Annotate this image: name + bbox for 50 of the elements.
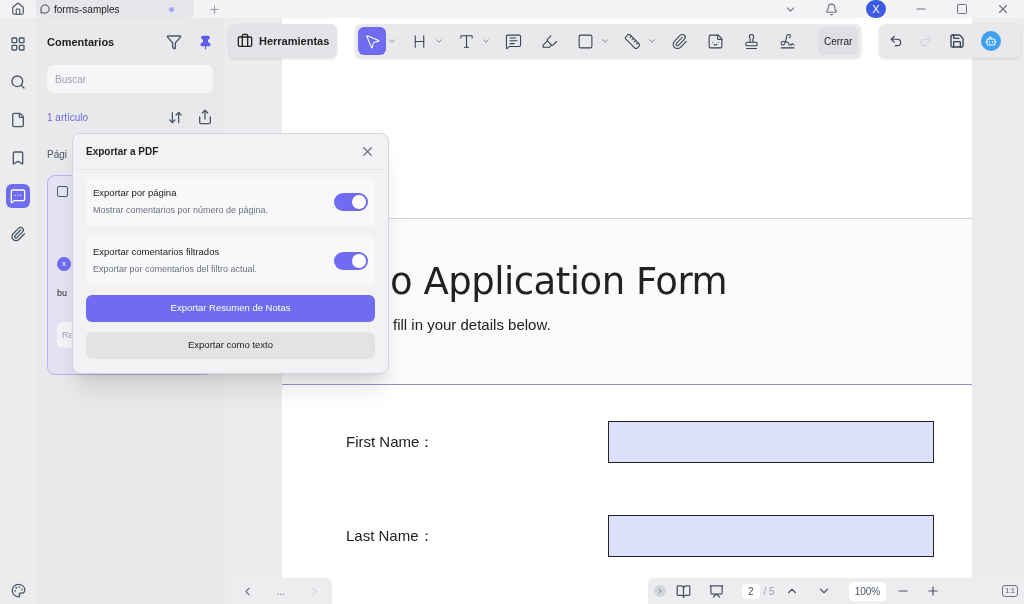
form-field[interactable] [608,515,934,557]
pointer-icon[interactable] [358,27,387,55]
field-label: Last Name： [346,525,435,546]
author-avatar: x [57,257,71,271]
page-group-label: Pági [47,148,67,162]
close-tools-button[interactable]: Cerrar [818,27,859,55]
checkbox[interactable] [57,186,68,197]
form-title: o Application Form [390,263,729,300]
presentation-icon[interactable] [709,583,724,599]
home-icon[interactable] [11,2,25,16]
document-tab[interactable]: forms-samples [36,0,194,18]
save-icon[interactable] [949,33,966,49]
option-description: Mostrar comentarios por número de página. [93,203,269,217]
collapse-icon[interactable] [654,585,666,597]
dialog-title: Exportar a PDF [86,145,159,159]
option-title: Exportar por página [93,185,178,200]
close-icon[interactable] [996,2,1010,16]
maximize-icon[interactable] [956,3,968,15]
form-field[interactable] [608,421,934,463]
export-text-button[interactable]: Exportar como texto [86,332,375,359]
bell-icon[interactable] [825,2,838,16]
user-avatar[interactable]: X [866,0,886,18]
page-number-field[interactable]: 2 [742,583,760,599]
option-description: Exportar por comentarios del filtro actual. [93,262,258,276]
pin-icon[interactable] [198,34,213,50]
sort-icon[interactable] [168,109,183,125]
comment-text: bu [57,287,68,300]
toggle-switch[interactable] [334,192,368,211]
page-total: / 5 [763,584,775,599]
undo-icon[interactable] [889,34,904,48]
palette-icon[interactable] [10,583,26,598]
panel-title: Comentarios [47,34,115,50]
field-label: First Name： [346,431,436,452]
option-title: Exportar comentarios filtrados [93,244,221,259]
filter-icon[interactable] [166,34,182,50]
form-subtitle: fill in your details below. [393,315,552,335]
toolbox-icon [237,33,253,49]
pager-ellipsis[interactable]: ... [276,583,286,599]
search-field[interactable]: Buscar [47,65,213,93]
item-count: 1 artículo [47,110,89,125]
close-icon[interactable] [360,144,375,159]
comment-icon [40,4,50,14]
tools-button[interactable]: Herramientas [229,24,338,58]
book-icon[interactable] [676,583,691,599]
zoom-in-icon[interactable] [926,584,941,598]
export-summary-button[interactable]: Exportar Resumen de Notas [86,295,375,322]
export-icon[interactable] [197,109,213,125]
comment-icon[interactable] [6,184,30,208]
zoom-field[interactable]: 100% [848,581,887,601]
toggle-switch[interactable] [334,251,368,270]
